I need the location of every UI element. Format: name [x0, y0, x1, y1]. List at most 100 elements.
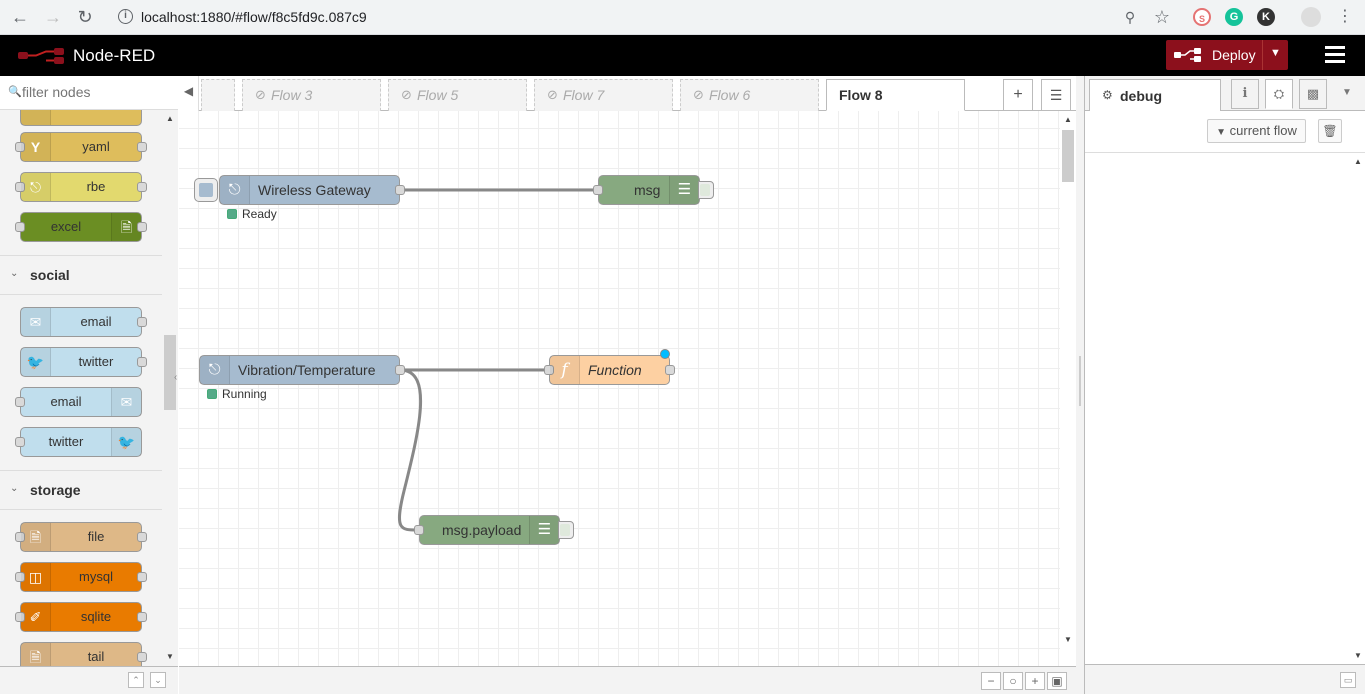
expand-all-icon[interactable]: ⌄ — [150, 672, 166, 688]
palette-node-email-out[interactable]: email ✉ — [15, 387, 142, 417]
node-button-wireless-gateway[interactable] — [194, 178, 218, 202]
deploy-divider — [1262, 40, 1263, 70]
tab-flow-5[interactable]: ⊘ Flow 5 — [388, 79, 527, 111]
output-port[interactable] — [665, 365, 675, 375]
flow-canvas[interactable]: ⎋ Wireless Gateway Ready msg ☰ ⎋ Vibrati… — [179, 111, 1060, 666]
debug-filter-button[interactable]: ▼ current flow — [1207, 119, 1306, 143]
collapse-all-icon[interactable]: ⌃ — [128, 672, 144, 688]
scroll-up-icon[interactable]: ▲ — [1064, 115, 1072, 124]
add-flow-icon[interactable]: + — [1003, 79, 1033, 111]
zoom-reset-icon[interactable]: ○ — [1003, 672, 1023, 690]
inject-button[interactable] — [199, 183, 213, 197]
zoom-out-icon[interactable]: − — [981, 672, 1001, 690]
file-icon: 🗎 — [21, 643, 51, 666]
category-header-storage[interactable]: ⌄ storage — [0, 470, 162, 510]
grammarly-icon[interactable]: G — [1225, 8, 1243, 26]
debug-list-icon: ☰ — [669, 176, 699, 204]
flow-node-msg-payload[interactable]: msg.payload ☰ — [414, 515, 560, 545]
input-port[interactable] — [593, 185, 603, 195]
palette-node-mysql[interactable]: ◫ mysql — [15, 562, 147, 592]
info-icon[interactable]: i — [1231, 79, 1259, 109]
flow-node-vibration-temperature[interactable]: ⎋ Vibration/Temperature — [199, 355, 405, 385]
navigator-map-icon[interactable]: ▣ — [1047, 672, 1067, 690]
input-port — [15, 437, 25, 447]
sidebar-menu-dropdown-icon[interactable]: ▼ — [1333, 79, 1361, 109]
status-label: Ready — [242, 207, 277, 221]
output-port[interactable] — [395, 365, 405, 375]
scroll-up-icon[interactable]: ▲ — [1354, 157, 1362, 166]
extension-k-icon[interactable]: K — [1257, 8, 1275, 26]
tab-partial[interactable] — [201, 79, 235, 111]
tab-label: Flow 5 — [417, 87, 459, 103]
forward-icon[interactable]: → — [41, 5, 65, 29]
tab-label: Flow 3 — [271, 87, 313, 103]
palette-node-email-in[interactable]: ✉ email — [20, 307, 147, 337]
scroll-down-icon[interactable]: ▼ — [1064, 635, 1072, 644]
separator-handle[interactable] — [1079, 356, 1081, 406]
canvas-vertical-scrollbar[interactable]: ▲ ▼ — [1060, 111, 1076, 666]
debug-toggle-indicator — [700, 184, 710, 196]
node-label: Function — [588, 362, 642, 378]
site-info-icon[interactable]: i — [118, 9, 133, 24]
palette-node-twitter-out[interactable]: twitter 🐦 — [15, 427, 142, 457]
tab-label: Flow 6 — [709, 87, 751, 103]
output-port[interactable] — [395, 185, 405, 195]
deploy-button[interactable]: Deploy ▼ — [1166, 40, 1288, 70]
flow-node-function[interactable]: f Function — [544, 349, 675, 385]
tab-flow-8[interactable]: Flow 8 — [826, 79, 965, 111]
scroll-down-icon[interactable]: ▼ — [166, 652, 174, 661]
debug-toggle-button[interactable] — [698, 181, 714, 199]
flow-node-msg[interactable]: msg ☰ — [593, 175, 700, 205]
bookmark-star-icon[interactable]: ☆ — [1150, 5, 1174, 29]
palette-node-twitter-in[interactable]: 🐦 twitter — [20, 347, 147, 377]
sidebar-separator[interactable] — [1076, 76, 1084, 694]
browser-menu-icon[interactable]: ⋮ — [1333, 5, 1357, 29]
profile-avatar-icon[interactable] — [1301, 7, 1321, 27]
open-window-icon[interactable]: ▭ — [1340, 672, 1356, 688]
canvas-vscroll-thumb[interactable] — [1062, 130, 1074, 182]
key-icon[interactable]: ⚲ — [1118, 5, 1142, 29]
deploy-dropdown-icon[interactable]: ▼ — [1270, 47, 1281, 59]
palette-node-file[interactable]: 🗎 file — [15, 522, 147, 552]
category-title: social — [30, 267, 70, 283]
scroll-down-icon[interactable]: ▼ — [1354, 651, 1362, 660]
main-menu-icon[interactable] — [1325, 46, 1345, 64]
list-flows-icon[interactable]: ☰ — [1041, 79, 1071, 111]
node-status: Ready — [227, 207, 277, 221]
tab-flow-7[interactable]: ⊘ Flow 7 — [534, 79, 673, 111]
palette-node-yaml[interactable]: Y yaml — [15, 132, 147, 162]
debug-toggle-button[interactable] — [558, 521, 574, 539]
palette-node-sqlite[interactable]: ✐ sqlite — [15, 602, 147, 632]
rbe-icon: ⎋ — [21, 173, 51, 201]
output-port — [137, 142, 147, 152]
debug-bug-icon[interactable]: ⛭ — [1265, 79, 1293, 109]
category-header-social[interactable]: ⌄ social — [0, 255, 162, 295]
back-icon[interactable]: ← — [8, 5, 32, 29]
disabled-icon: ⊘ — [401, 87, 412, 102]
tab-scroll-left-icon[interactable]: ◀ — [179, 76, 199, 111]
filter-label: current flow — [1229, 123, 1297, 138]
node-red-logo-icon — [18, 48, 64, 64]
clear-debug-icon[interactable]: 🗑 — [1318, 119, 1342, 143]
scroll-up-icon[interactable]: ▲ — [166, 114, 174, 123]
output-port — [137, 532, 147, 542]
dashboard-chart-icon[interactable]: ▩ — [1299, 79, 1327, 109]
flow-node-wireless-gateway[interactable]: ⎋ Wireless Gateway — [219, 175, 405, 205]
reload-icon[interactable]: ↻ — [73, 5, 97, 29]
extension-icon[interactable]: S — [1193, 8, 1211, 26]
database-icon: ◫ — [21, 563, 51, 591]
palette-node-tail[interactable]: 🗎 tail — [20, 642, 147, 666]
address-bar[interactable]: i localhost:1880/#flow/f8c5fd9c.087c9 — [108, 3, 1188, 32]
filter-nodes-input[interactable] — [22, 84, 172, 100]
sidebar-tab-debug[interactable]: ⚙ debug — [1089, 79, 1221, 112]
debug-toolbar: ▼ current flow 🗑 — [1085, 111, 1365, 153]
tab-flow-6[interactable]: ⊘ Flow 6 — [680, 79, 819, 111]
palette-node-rbe[interactable]: ⎋ rbe — [15, 172, 147, 202]
feather-icon: ✐ — [21, 603, 51, 631]
palette-node-excel[interactable]: excel 🗎 — [15, 212, 147, 242]
sidebar-scrollbar[interactable]: ▲ ▼ — [1350, 153, 1365, 664]
input-port[interactable] — [414, 525, 424, 535]
tab-flow-3[interactable]: ⊘ Flow 3 — [242, 79, 381, 111]
zoom-in-icon[interactable]: + — [1025, 672, 1045, 690]
palette-node-partial[interactable] — [20, 110, 142, 126]
